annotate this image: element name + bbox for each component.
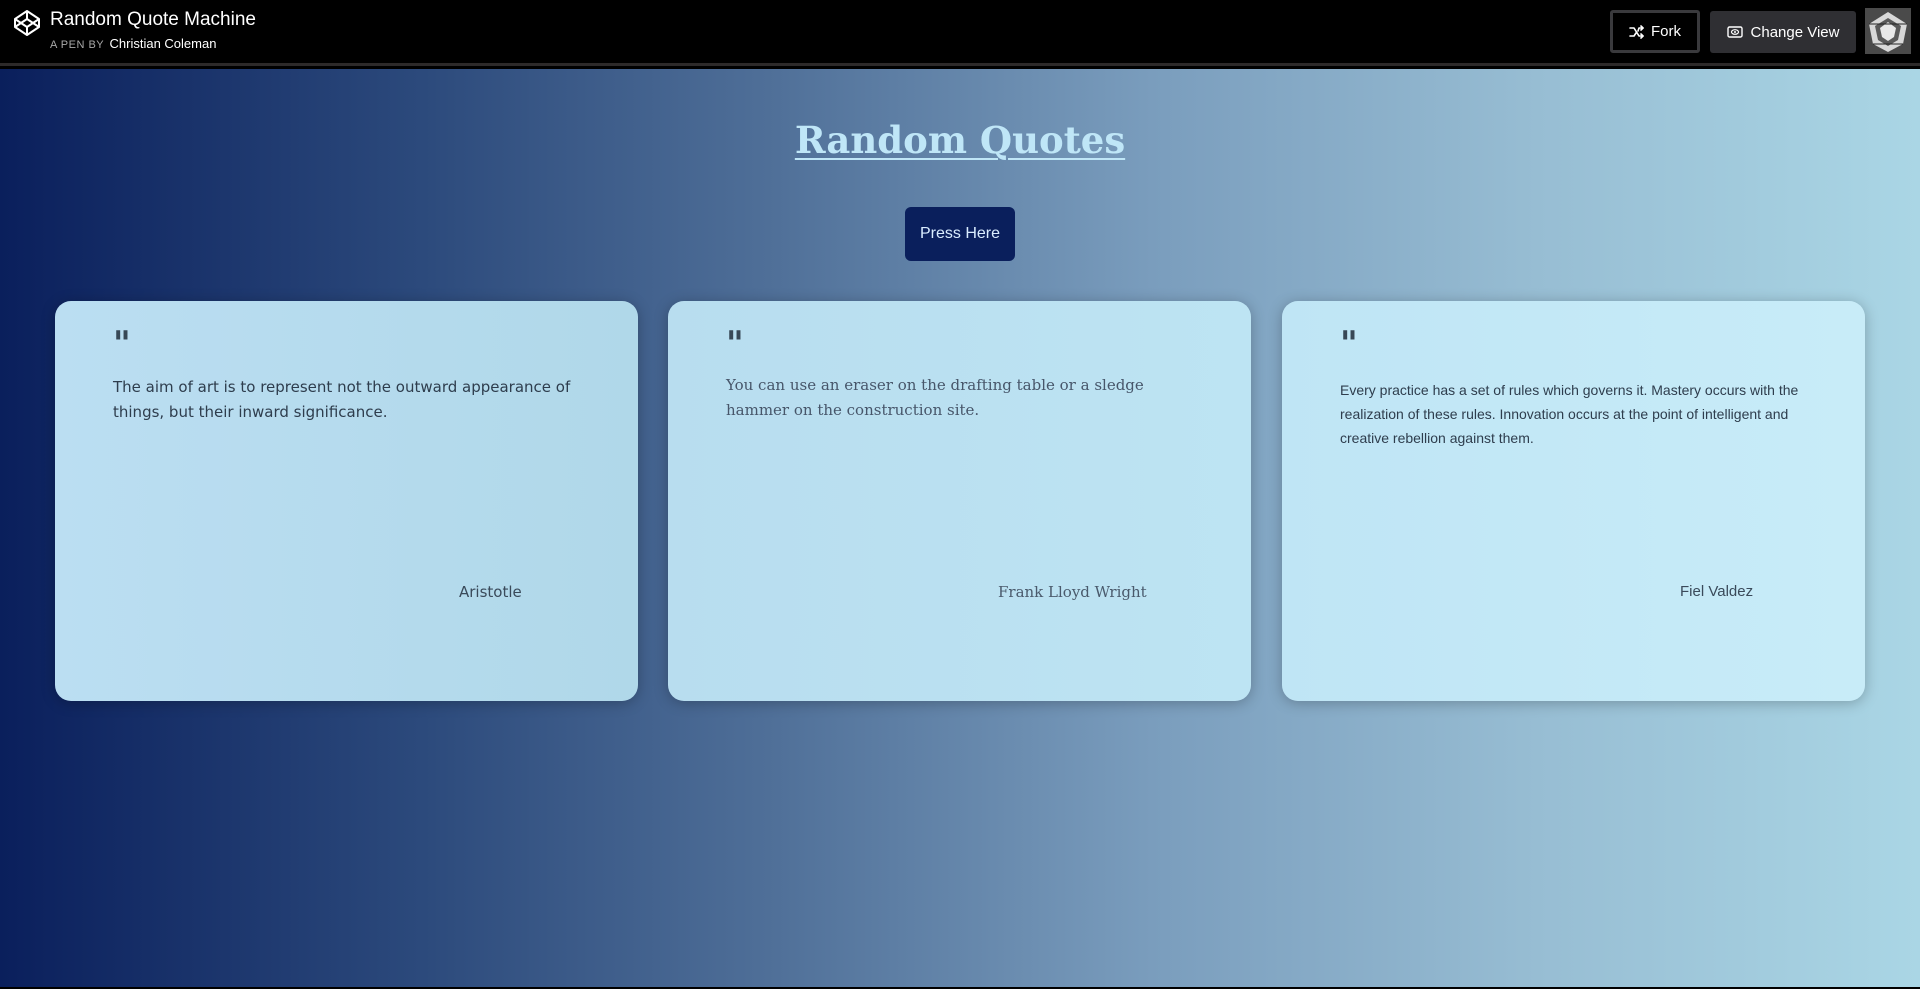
quote-mark-icon: ": [113, 324, 131, 364]
byline-prefix: A PEN BY: [50, 39, 104, 51]
quote-author: Fiel Valdez: [1680, 583, 1754, 600]
page-title: Random Quotes: [794, 118, 1126, 162]
pen-byline: A PEN BY Christian Coleman: [50, 37, 216, 52]
quote-card: " You can use an eraser on the drafting …: [668, 301, 1251, 701]
author-link[interactable]: Christian Coleman: [110, 36, 217, 51]
user-avatar[interactable]: [1865, 8, 1911, 54]
quote-mark-icon: ": [1340, 324, 1358, 364]
quote-text: The aim of art is to represent not the o…: [113, 378, 571, 421]
avatar-image: [1865, 8, 1911, 54]
quote-app: Random Quotes Press Here " The aim of ar…: [0, 69, 1920, 987]
quote-text: You can use an eraser on the drafting ta…: [726, 376, 1144, 419]
quote-author: Frank Lloyd Wright: [998, 583, 1147, 601]
quote-author: Aristotle: [459, 583, 522, 601]
quote-card: " The aim of art is to represent not the…: [55, 301, 638, 701]
eye-icon: [1726, 26, 1743, 38]
change-view-label: Change View: [1750, 23, 1840, 41]
quote-card: " Every practice has a set of rules whic…: [1282, 301, 1865, 701]
codepen-header: Random Quote Machine A PEN BY Christian …: [0, 0, 1920, 66]
quote-mark-icon: ": [726, 324, 744, 364]
fork-icon: [1629, 24, 1644, 39]
pen-title[interactable]: Random Quote Machine: [50, 9, 256, 31]
fork-label: Fork: [1651, 23, 1681, 40]
quote-text: Every practice has a set of rules which …: [1340, 382, 1799, 446]
codepen-logo-icon[interactable]: [13, 9, 41, 37]
new-quote-button[interactable]: Press Here: [905, 207, 1015, 261]
fork-button[interactable]: Fork: [1610, 10, 1700, 53]
change-view-button[interactable]: Change View: [1710, 11, 1856, 53]
